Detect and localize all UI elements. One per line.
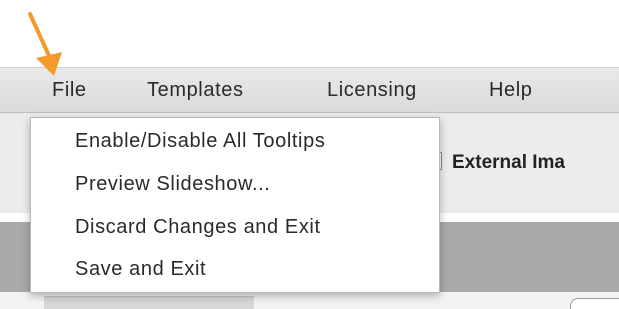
external-image-label: External Ima bbox=[452, 152, 565, 173]
lower-input-box[interactable] bbox=[570, 298, 619, 309]
menu-bar: File Templates Licensing Help bbox=[0, 67, 619, 113]
menu-licensing[interactable]: Licensing bbox=[327, 68, 417, 112]
file-dropdown-menu: Enable/Disable All Tooltips Preview Slid… bbox=[30, 117, 440, 293]
menu-item-discard-and-exit[interactable]: Discard Changes and Exit bbox=[75, 216, 321, 239]
lower-panel bbox=[44, 296, 254, 309]
menu-help[interactable]: Help bbox=[489, 68, 533, 112]
external-image-button[interactable]: External Ima bbox=[429, 143, 565, 183]
app-window: External Ima File Templates Licensing He… bbox=[0, 0, 619, 309]
menu-item-toggle-tooltips[interactable]: Enable/Disable All Tooltips bbox=[75, 130, 325, 153]
menu-templates[interactable]: Templates bbox=[147, 68, 244, 112]
menu-item-save-and-exit[interactable]: Save and Exit bbox=[75, 258, 206, 281]
menu-item-preview-slideshow[interactable]: Preview Slideshow... bbox=[75, 173, 270, 196]
orange-pointer-arrow-icon bbox=[28, 12, 62, 76]
